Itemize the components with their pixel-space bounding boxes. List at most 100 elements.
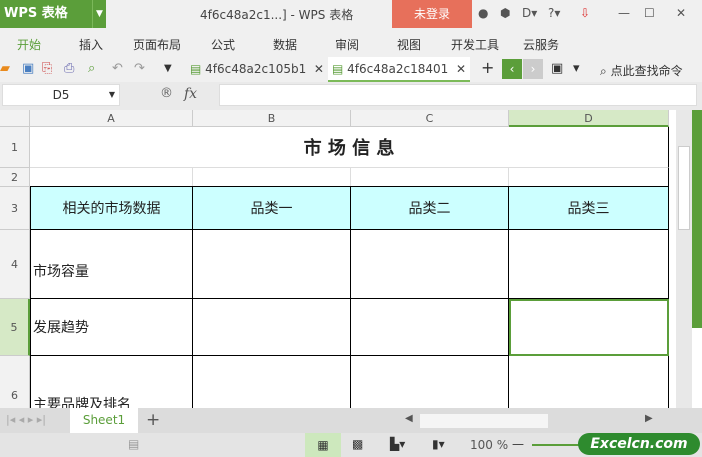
- close-tab-icon[interactable]: ✕: [456, 62, 466, 76]
- menu-developer[interactable]: 开发工具: [451, 36, 499, 53]
- row-label-market-size[interactable]: 市场容量: [30, 230, 193, 299]
- eye-protect-icon[interactable]: ▮▾: [432, 437, 445, 451]
- new-tab-icon[interactable]: +: [481, 58, 494, 77]
- close-icon[interactable]: ✕: [676, 6, 686, 20]
- save-icon[interactable]: ▣: [22, 61, 34, 76]
- col-header-a[interactable]: A: [30, 110, 193, 127]
- menu-cloud[interactable]: 云服务: [523, 36, 559, 53]
- menu-formulas[interactable]: 公式: [211, 36, 235, 53]
- formula-input[interactable]: [219, 84, 697, 106]
- login-button[interactable]: 未登录: [392, 0, 472, 28]
- quick-toolbar: ▰ ▣ ⎘ ⎙ ⌕ ↶ ↷ ▼ ▤ 4f6c48a2c105b1 ✕ ▤ 4f6…: [0, 57, 702, 82]
- wps-logo-menu[interactable]: WPS 表格: [0, 0, 106, 28]
- formula-bar: D5 ▼ ® fx: [0, 82, 702, 110]
- cell-d6[interactable]: [509, 356, 669, 410]
- sheet-title-cell[interactable]: 市 场 信 息: [30, 127, 669, 168]
- chevron-down-icon[interactable]: ▼: [109, 85, 115, 105]
- maximize-icon[interactable]: ☐: [644, 6, 655, 20]
- scroll-left-icon[interactable]: ◀: [405, 413, 413, 424]
- file-icon: ▤: [190, 62, 202, 76]
- minimize-icon[interactable]: —: [618, 6, 630, 20]
- zoom-formula-icon[interactable]: ®: [160, 86, 173, 101]
- redo-icon[interactable]: ↷: [134, 61, 145, 76]
- sheet-tab-sheet1[interactable]: Sheet1: [70, 408, 138, 433]
- normal-view-icon[interactable]: ▦: [305, 433, 341, 457]
- col-header-c[interactable]: C: [351, 110, 509, 127]
- zoom-level[interactable]: 100 %: [470, 438, 508, 452]
- doc-tab-active[interactable]: ▤ 4f6c48a2c18401 ✕: [328, 57, 470, 82]
- screen-icon[interactable]: ▣: [551, 61, 563, 76]
- print-preview-icon[interactable]: ⌕: [88, 61, 95, 76]
- row-header-3[interactable]: 3: [0, 187, 30, 230]
- menu-data[interactable]: 数据: [273, 36, 297, 53]
- name-box[interactable]: D5 ▼: [2, 84, 120, 106]
- col-header-b[interactable]: B: [193, 110, 351, 127]
- menu-insert[interactable]: 插入: [79, 36, 103, 53]
- header-cell-category-2[interactable]: 品类二: [351, 187, 509, 230]
- zoom-slider[interactable]: [532, 444, 582, 446]
- title-bar: WPS 表格 ▼ 4f6c48a2c1...] - WPS 表格 未登录 ● ⬢…: [0, 0, 702, 28]
- add-sheet-icon[interactable]: +: [146, 410, 160, 430]
- row-label-brands[interactable]: 主要品牌及排名: [30, 356, 193, 410]
- row-header-6[interactable]: 6: [0, 356, 30, 410]
- tab-prev-icon[interactable]: ‹: [502, 59, 522, 79]
- app-name: WPS 表格: [4, 6, 68, 21]
- undo-icon[interactable]: ↶: [112, 61, 123, 76]
- cell-b5[interactable]: [193, 299, 351, 356]
- print-icon[interactable]: ⎙: [64, 61, 74, 76]
- row-header-4[interactable]: 4: [0, 230, 30, 299]
- feedback-icon[interactable]: D▾: [522, 6, 537, 20]
- fx-icon[interactable]: fx: [184, 86, 197, 102]
- cell-d4[interactable]: [509, 230, 669, 299]
- row-label-trend[interactable]: 发展趋势: [30, 299, 193, 356]
- menu-view[interactable]: 视图: [397, 36, 421, 53]
- sheet-nav-icons[interactable]: |◂ ◂ ▸ ▸|: [6, 413, 46, 426]
- search-command[interactable]: ⌕ 点此查找命令: [600, 62, 683, 79]
- export-icon[interactable]: ⎘: [42, 61, 52, 76]
- row-header-5[interactable]: 5: [0, 299, 30, 356]
- col-header-d[interactable]: D: [509, 110, 669, 127]
- skin-icon[interactable]: ●: [478, 6, 488, 20]
- side-panel-toggle[interactable]: [692, 110, 702, 328]
- download-icon[interactable]: ⇩: [580, 6, 590, 20]
- scroll-thumb[interactable]: [678, 146, 690, 230]
- row-header-2[interactable]: 2: [0, 168, 30, 187]
- tab-next-icon[interactable]: ›: [523, 59, 543, 79]
- cell-c4[interactable]: [351, 230, 509, 299]
- close-tab-icon[interactable]: ✕: [314, 62, 324, 76]
- chevron-down-icon[interactable]: ▼: [164, 63, 172, 74]
- cell-c6[interactable]: [351, 356, 509, 410]
- doc-tab[interactable]: ▤ 4f6c48a2c105b1 ✕: [186, 57, 328, 82]
- tab-menu-icon[interactable]: ▾: [573, 61, 580, 76]
- row-header-1[interactable]: 1: [0, 127, 30, 168]
- menu-page-layout[interactable]: 页面布局: [133, 36, 181, 53]
- excelcn-watermark: Excelcn.com: [578, 433, 700, 455]
- header-cell-category-1[interactable]: 品类一: [193, 187, 351, 230]
- settings-icon[interactable]: ⬢: [500, 6, 510, 20]
- menu-home[interactable]: 开始: [17, 36, 41, 53]
- help-icon[interactable]: ?▾: [548, 6, 560, 20]
- search-label: 点此查找命令: [610, 64, 683, 78]
- tab-label: 4f6c48a2c18401: [347, 62, 449, 76]
- sheet-list-icon[interactable]: ▤: [128, 437, 139, 451]
- row-2-cells[interactable]: [30, 168, 669, 187]
- cell-b4[interactable]: [193, 230, 351, 299]
- scroll-right-icon[interactable]: ▶: [645, 413, 653, 424]
- cell-b6[interactable]: [193, 356, 351, 410]
- cell-c5[interactable]: [351, 299, 509, 356]
- sheet-tab-bar: |◂ ◂ ▸ ▸| Sheet1 + ◀ ▶: [0, 408, 702, 433]
- header-cell-category-3[interactable]: 品类三: [509, 187, 669, 230]
- cell-d5-selected[interactable]: [509, 299, 669, 356]
- header-cell-market-data[interactable]: 相关的市场数据: [30, 187, 193, 230]
- chevron-down-icon[interactable]: ▼: [92, 0, 106, 28]
- spreadsheet-grid[interactable]: A B C D 1 2 3 4 5 6 市 场 信 息 相关的市场数据 品类一 …: [0, 110, 676, 410]
- vertical-scrollbar[interactable]: [676, 110, 692, 410]
- menu-review[interactable]: 审阅: [335, 36, 359, 53]
- select-all[interactable]: [0, 110, 30, 127]
- page-break-view-icon[interactable]: ▩: [352, 437, 363, 451]
- horizontal-scroll-thumb[interactable]: [420, 414, 548, 428]
- open-icon[interactable]: ▰: [0, 61, 10, 76]
- layout-icon[interactable]: ▙▾: [390, 437, 405, 451]
- zoom-out-icon[interactable]: —: [512, 437, 524, 451]
- file-icon: ▤: [332, 62, 344, 76]
